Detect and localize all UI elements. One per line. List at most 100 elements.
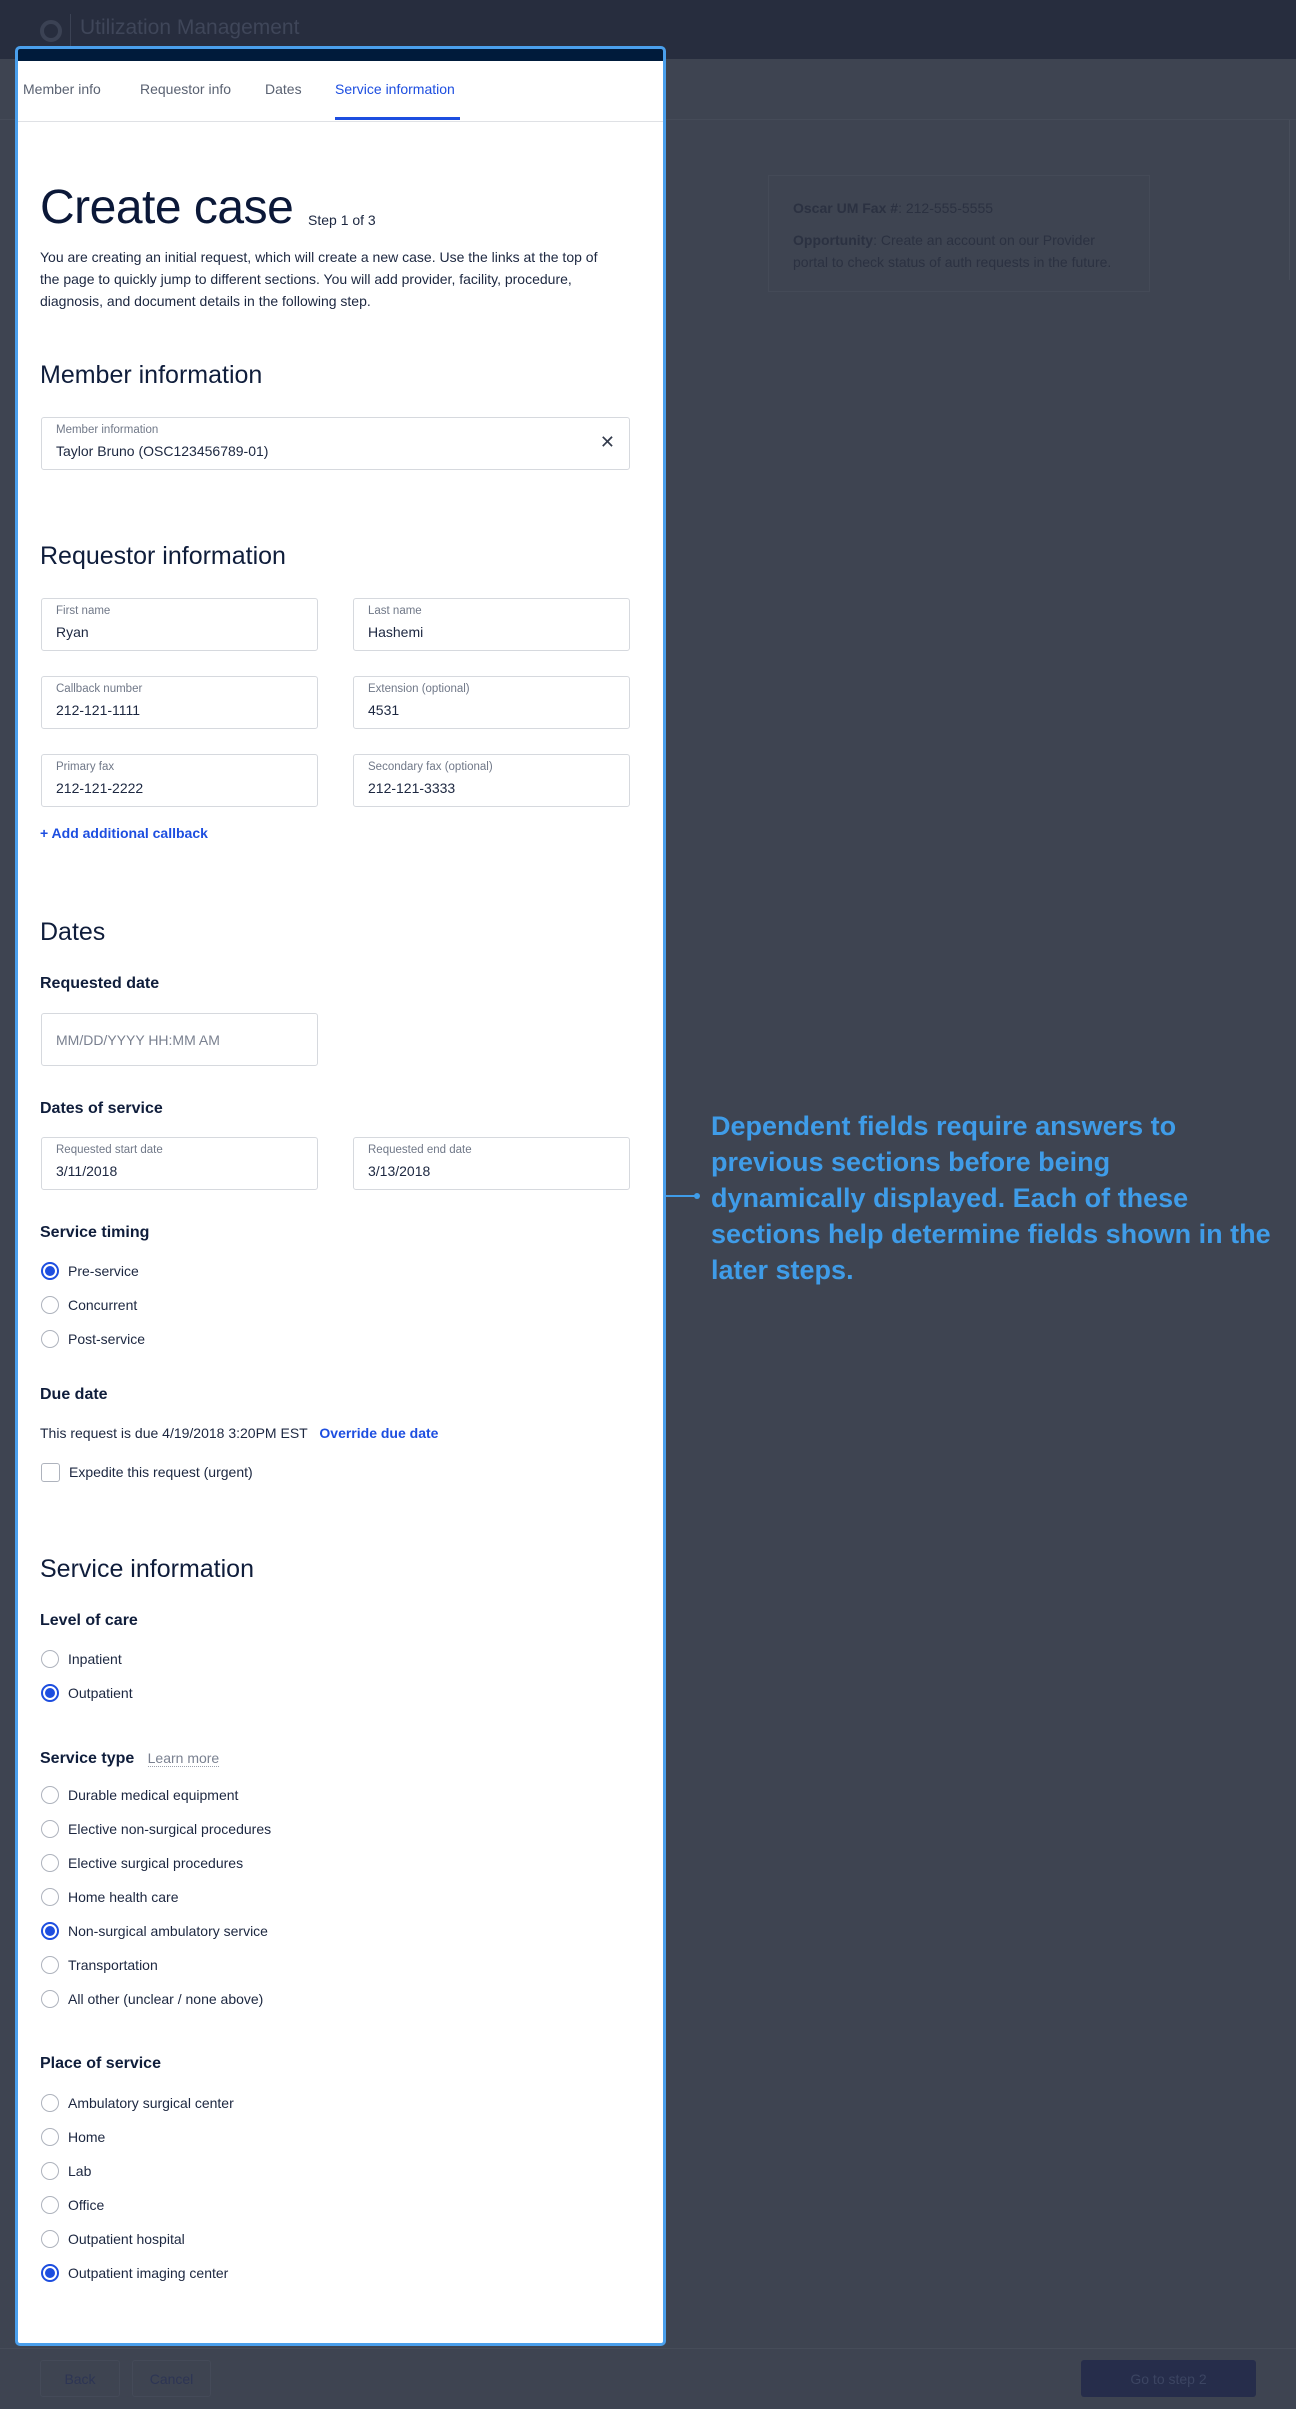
radio-label: Outpatient hospital xyxy=(68,2231,185,2247)
callback-number-field[interactable]: Callback number 212-121-1111 xyxy=(41,676,318,729)
cancel-button[interactable]: Cancel xyxy=(132,2360,211,2397)
add-callback-link[interactable]: + Add additional callback xyxy=(40,825,208,841)
annotation-text: Dependent fields require answers to prev… xyxy=(711,1111,1271,1285)
field-label: First name xyxy=(56,605,111,617)
field-value: Hashemi xyxy=(368,624,424,640)
dates-of-service-label: Dates of service xyxy=(40,1100,163,1117)
level-of-care-radio-option[interactable]: Outpatient xyxy=(41,1683,133,1703)
radio-icon[interactable] xyxy=(41,1888,59,1906)
field-value: 3/13/2018 xyxy=(368,1163,431,1179)
radio-label: Durable medical equipment xyxy=(68,1787,239,1803)
header-divider xyxy=(70,14,71,46)
checkbox-icon[interactable] xyxy=(41,1462,60,1482)
due-date-label: Due date xyxy=(40,1386,108,1403)
service-type-radio-option[interactable]: Elective surgical procedures xyxy=(41,1853,243,1873)
field-value: 4531 xyxy=(368,702,400,718)
opportunity-info: Opportunity: Create an account on our Pr… xyxy=(793,232,1112,270)
radio-label: Transportation xyxy=(68,1957,158,1973)
radio-icon[interactable] xyxy=(41,1854,59,1872)
field-label: Primary fax xyxy=(56,761,115,773)
service-timing-label: Service timing xyxy=(40,1224,150,1241)
tab-service-information[interactable]: Service information xyxy=(335,81,455,97)
requested-date-label: Requested date xyxy=(40,975,160,992)
place-of-service-radio-option[interactable]: Ambulatory surgical center xyxy=(41,2093,234,2113)
field-value: 212-121-1111 xyxy=(56,702,141,718)
radio-label: Non-surgical ambulatory service xyxy=(68,1923,268,1939)
service-type-radio-option[interactable]: Elective non-surgical procedures xyxy=(41,1819,271,1839)
fax-info: Oscar UM Fax #: 212-555-5555 xyxy=(793,200,994,216)
tab-member-info[interactable]: Member info xyxy=(23,81,101,97)
requested-date-input[interactable]: MM/DD/YYYY HH:MM AM xyxy=(41,1013,318,1066)
extension-field[interactable]: Extension (optional) 4531 xyxy=(353,676,630,729)
field-label: Requested start date xyxy=(56,1144,163,1156)
footer-divider xyxy=(0,2348,1296,2349)
back-button[interactable]: Back xyxy=(40,2360,120,2397)
service-type-radio-option[interactable]: All other (unclear / none above) xyxy=(41,1989,263,2009)
service-type-radio-option[interactable]: Transportation xyxy=(41,1955,158,1975)
last-name-field[interactable]: Last name Hashemi xyxy=(353,598,630,651)
place-of-service-label: Place of service xyxy=(40,2055,161,2072)
radio-icon[interactable] xyxy=(41,1296,59,1314)
service-type-radio-option[interactable]: Home health care xyxy=(41,1887,179,1907)
page-description: You are creating an initial request, whi… xyxy=(40,249,598,309)
radio-icon[interactable] xyxy=(41,2162,59,2180)
radio-selected-icon[interactable] xyxy=(41,2264,59,2282)
service-timing-radio-option[interactable]: Pre-service xyxy=(41,1261,139,1281)
field-label: Member information xyxy=(56,424,159,436)
radio-icon[interactable] xyxy=(41,1820,59,1838)
radio-selected-icon[interactable] xyxy=(41,1922,59,1940)
primary-fax-field[interactable]: Primary fax 212-121-2222 xyxy=(41,754,318,807)
place-of-service-radio-option[interactable]: Outpatient hospital xyxy=(41,2229,185,2249)
step-indicator: Step 1 of 3 xyxy=(308,212,376,228)
place-of-service-radio-option[interactable]: Office xyxy=(41,2195,104,2215)
service-timing-radio-option[interactable]: Concurrent xyxy=(41,1295,137,1315)
radio-icon[interactable] xyxy=(41,1990,59,2008)
annotation-dot xyxy=(694,1193,700,1199)
radio-selected-icon[interactable] xyxy=(41,1262,59,1280)
placeholder: MM/DD/YYYY HH:MM AM xyxy=(56,1032,220,1048)
service-type-radio-option[interactable]: Non-surgical ambulatory service xyxy=(41,1921,268,1941)
radio-icon[interactable] xyxy=(41,2094,59,2112)
go-to-step-2-button[interactable]: Go to step 2 xyxy=(1081,2360,1256,2397)
page-title: Create case xyxy=(40,181,294,234)
member-field[interactable]: Member information Taylor Bruno (OSC1234… xyxy=(41,417,630,470)
override-due-date-link[interactable]: Override due date xyxy=(319,1425,438,1441)
radio-label: Outpatient xyxy=(68,1685,133,1701)
start-date-field[interactable]: Requested start date 3/11/2018 xyxy=(41,1137,318,1190)
service-heading: Service information xyxy=(40,1555,254,1583)
end-date-field[interactable]: Requested end date 3/13/2018 xyxy=(353,1137,630,1190)
panel-top-strip xyxy=(18,49,663,61)
radio-icon[interactable] xyxy=(41,1650,59,1668)
service-type-text: Service type xyxy=(40,1750,135,1767)
place-of-service-radio-option[interactable]: Lab xyxy=(41,2161,91,2181)
radio-selected-icon[interactable] xyxy=(41,1684,59,1702)
learn-more-link[interactable]: Learn more xyxy=(147,1750,220,1767)
radio-icon[interactable] xyxy=(41,2128,59,2146)
service-type-radio-option[interactable]: Durable medical equipment xyxy=(41,1785,238,1805)
place-of-service-radio-option[interactable]: Home xyxy=(41,2127,105,2147)
radio-icon[interactable] xyxy=(41,1786,59,1804)
active-tab-indicator xyxy=(335,117,460,120)
field-label: Extension (optional) xyxy=(368,683,470,695)
field-label: Requested end date xyxy=(368,1144,472,1156)
secondary-fax-field[interactable]: Secondary fax (optional) 212-121-3333 xyxy=(353,754,630,807)
tab-requestor-info[interactable]: Requestor info xyxy=(140,81,231,97)
radio-label: Office xyxy=(68,2197,105,2213)
close-icon[interactable]: ✕ xyxy=(600,432,615,453)
radio-label: Pre-service xyxy=(68,1263,139,1279)
level-of-care-radio-option[interactable]: Inpatient xyxy=(41,1649,122,1669)
service-timing-radio-option[interactable]: Post-service xyxy=(41,1329,145,1349)
tab-dates[interactable]: Dates xyxy=(265,81,302,97)
radio-icon[interactable] xyxy=(41,1330,59,1348)
scrollbar xyxy=(1289,120,1290,280)
first-name-field[interactable]: First name Ryan xyxy=(41,598,318,651)
radio-label: Elective surgical procedures xyxy=(68,1855,244,1871)
radio-icon[interactable] xyxy=(41,2230,59,2248)
field-value: Taylor Bruno (OSC123456789-01) xyxy=(56,443,269,459)
expedite-checkbox[interactable]: Expedite this request (urgent) xyxy=(41,1462,253,1482)
annotation-connector xyxy=(666,1195,696,1197)
field-value: 3/11/2018 xyxy=(56,1163,118,1179)
place-of-service-radio-option[interactable]: Outpatient imaging center xyxy=(41,2263,228,2283)
radio-icon[interactable] xyxy=(41,1956,59,1974)
radio-icon[interactable] xyxy=(41,2196,59,2214)
